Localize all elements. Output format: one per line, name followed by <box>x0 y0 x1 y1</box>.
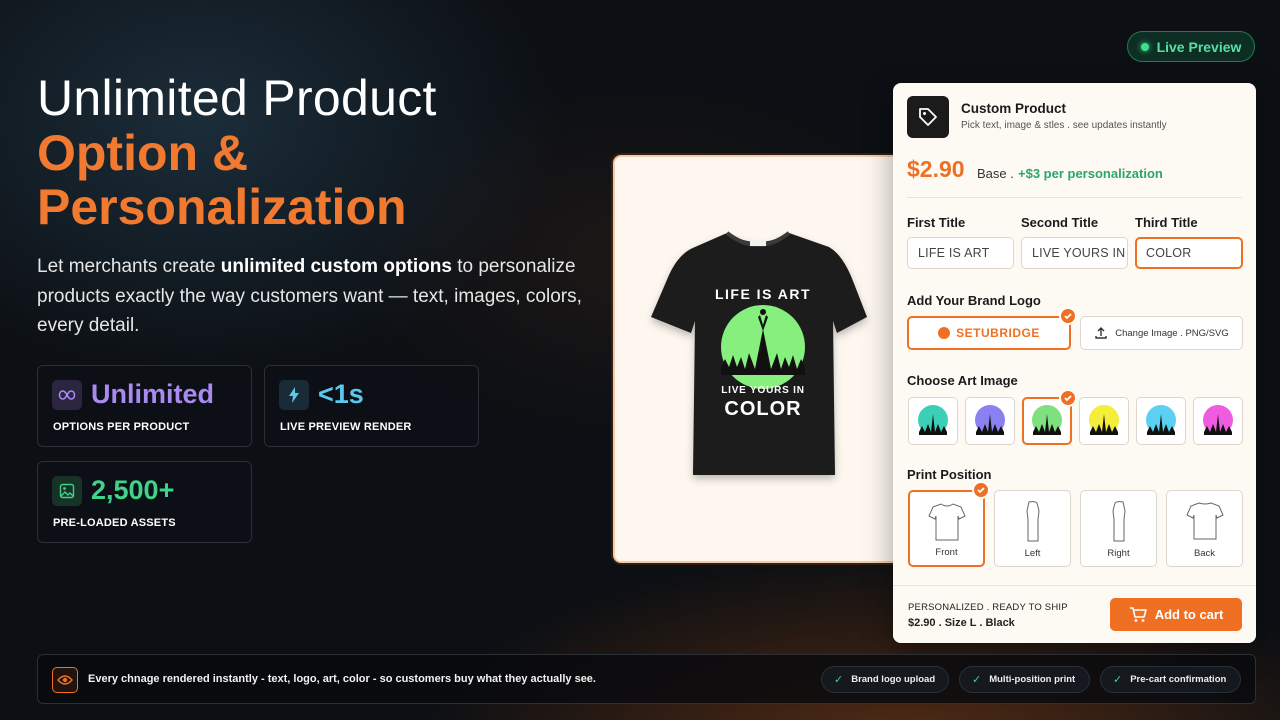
print-line3: COLOR <box>724 398 801 420</box>
art-option[interactable] <box>1079 397 1129 445</box>
price: $2.90 <box>907 156 965 182</box>
footer-summary: $2.90 . Size L . Black <box>908 617 1015 629</box>
position-right[interactable]: Right <box>1080 490 1157 567</box>
price-extra-label: +$3 per personalization <box>1018 166 1163 181</box>
hero-description: Let merchants create unlimited custom op… <box>37 252 607 341</box>
position-label: Left <box>1024 548 1041 559</box>
print-line2: LIVE YOURS IN <box>721 385 805 396</box>
position-label: Front <box>935 547 958 558</box>
brand-logo-mark-icon <box>938 327 951 339</box>
tshirt-back-icon <box>1185 502 1224 540</box>
position-front[interactable]: Front <box>908 490 985 567</box>
check-icon <box>1059 389 1077 407</box>
hero-title-line2: Option & <box>37 125 249 181</box>
position-left[interactable]: Left <box>994 490 1071 567</box>
divider <box>907 197 1242 198</box>
second-title-label: Second Title <box>1021 215 1099 230</box>
art-thumbnail-icon <box>1203 405 1233 435</box>
cart-icon <box>1129 606 1147 622</box>
stat-label: PRE-LOADED ASSETS <box>53 517 176 529</box>
art-thumbnail-icon <box>975 405 1005 435</box>
hero-desc-bold: unlimited custom options <box>220 256 452 277</box>
chip-label: Multi-position print <box>989 674 1076 685</box>
chip-label: Pre-cart confirmation <box>1130 674 1227 685</box>
stat-card-options: Unlimited OPTIONS PER PRODUCT <box>37 365 252 447</box>
check-icon: ✓ <box>1113 674 1123 686</box>
stat-value: <1s <box>318 379 364 409</box>
chip-brand-logo-upload: ✓ Brand logo upload <box>821 666 949 693</box>
hero-desc-pre: Let merchants create <box>37 256 221 277</box>
print-position-label: Print Position <box>907 467 992 482</box>
art-thumbnail-icon <box>1146 405 1176 435</box>
chip-pre-cart-confirmation: ✓ Pre-cart confirmation <box>1100 666 1241 693</box>
third-title-label: Third Title <box>1135 215 1198 230</box>
chip-multi-position-print: ✓ Multi-position print <box>959 666 1090 693</box>
live-indicator-dot <box>1140 42 1149 51</box>
brand-logo-name: SETUBRIDGE <box>956 326 1040 340</box>
position-label: Right <box>1107 548 1130 559</box>
add-to-cart-button[interactable]: Add to cart <box>1110 598 1242 631</box>
position-back[interactable]: Back <box>1166 490 1243 567</box>
live-preview-badge: Live Preview <box>1127 31 1255 62</box>
position-label: Back <box>1193 548 1216 559</box>
check-icon: ✓ <box>972 674 982 686</box>
art-thumbnail-icon <box>918 405 948 435</box>
tag-icon <box>907 96 949 138</box>
image-icon <box>52 476 82 506</box>
chip-label: Brand logo upload <box>851 674 936 685</box>
stat-value: 2,500+ <box>91 475 175 505</box>
change-image-label: Change Image . PNG/SVG <box>1115 327 1229 339</box>
live-preview-label: Live Preview <box>1156 38 1242 55</box>
first-title-input[interactable]: LIFE IS ART <box>907 237 1014 269</box>
footer-status: PERSONALIZED . READY TO SHIP <box>908 602 1068 613</box>
add-to-cart-label: Add to cart <box>1154 607 1224 622</box>
panel-subtitle: Pick text, image & stles . see updates i… <box>961 120 1167 131</box>
hero-title: Unlimited Product Option & Personalizati… <box>37 70 597 234</box>
stat-value: Unlimited <box>91 379 215 409</box>
first-title-label: First Title <box>907 215 966 230</box>
stat-label: OPTIONS PER PRODUCT <box>53 421 190 433</box>
bottom-info-bar: Every chnage rendered instantly - text, … <box>37 654 1256 704</box>
check-icon <box>1059 307 1077 325</box>
art-image-label: Choose Art Image <box>907 373 1018 388</box>
brand-logo-option[interactable]: SETUBRIDGE <box>907 316 1071 350</box>
panel-footer: PERSONALIZED . READY TO SHIP $2.90 . Siz… <box>893 585 1256 643</box>
infinity-icon <box>52 380 82 410</box>
hero-title-line3: Personalization <box>37 179 407 235</box>
tshirt-front-icon <box>927 503 966 541</box>
check-icon: ✓ <box>834 674 844 686</box>
change-image-button[interactable]: Change Image . PNG/SVG <box>1080 316 1243 350</box>
brand-logo-label: Add Your Brand Logo <box>907 293 1041 308</box>
art-option[interactable] <box>1136 397 1186 445</box>
art-option[interactable] <box>908 397 958 445</box>
stat-card-assets: 2,500+ PRE-LOADED ASSETS <box>37 461 252 543</box>
third-title-input[interactable]: COLOR <box>1135 237 1243 269</box>
upload-icon <box>1095 327 1107 339</box>
product-preview-card: LIFE IS ART LIVE YOURS IN COLOR <box>613 155 903 563</box>
second-title-input[interactable]: LIVE YOURS IN <box>1021 237 1128 269</box>
tshirt-left-icon <box>1025 501 1040 542</box>
print-line1: LIFE IS ART <box>715 286 811 302</box>
stat-card-render: <1s LIVE PREVIEW RENDER <box>264 365 479 447</box>
eye-icon <box>52 667 78 693</box>
lightning-icon <box>279 380 309 410</box>
custom-product-panel: Custom Product Pick text, image & stles … <box>893 83 1256 643</box>
shirt-tag <box>750 241 766 246</box>
art-option[interactable] <box>965 397 1015 445</box>
panel-title: Custom Product <box>961 101 1067 116</box>
tshirt-right-icon <box>1111 501 1126 542</box>
hero-title-line1: Unlimited Product <box>37 70 437 126</box>
stat-label: LIVE PREVIEW RENDER <box>280 421 412 433</box>
tshirt-preview: LIFE IS ART LIVE YOURS IN COLOR <box>651 231 867 475</box>
art-thumbnail-icon <box>1032 405 1062 435</box>
art-option[interactable] <box>1193 397 1243 445</box>
price-base-label: Base . <box>977 166 1014 181</box>
art-thumbnail-icon <box>1089 405 1119 435</box>
check-icon <box>972 481 990 499</box>
bottom-bar-text: Every chnage rendered instantly - text, … <box>88 673 596 685</box>
